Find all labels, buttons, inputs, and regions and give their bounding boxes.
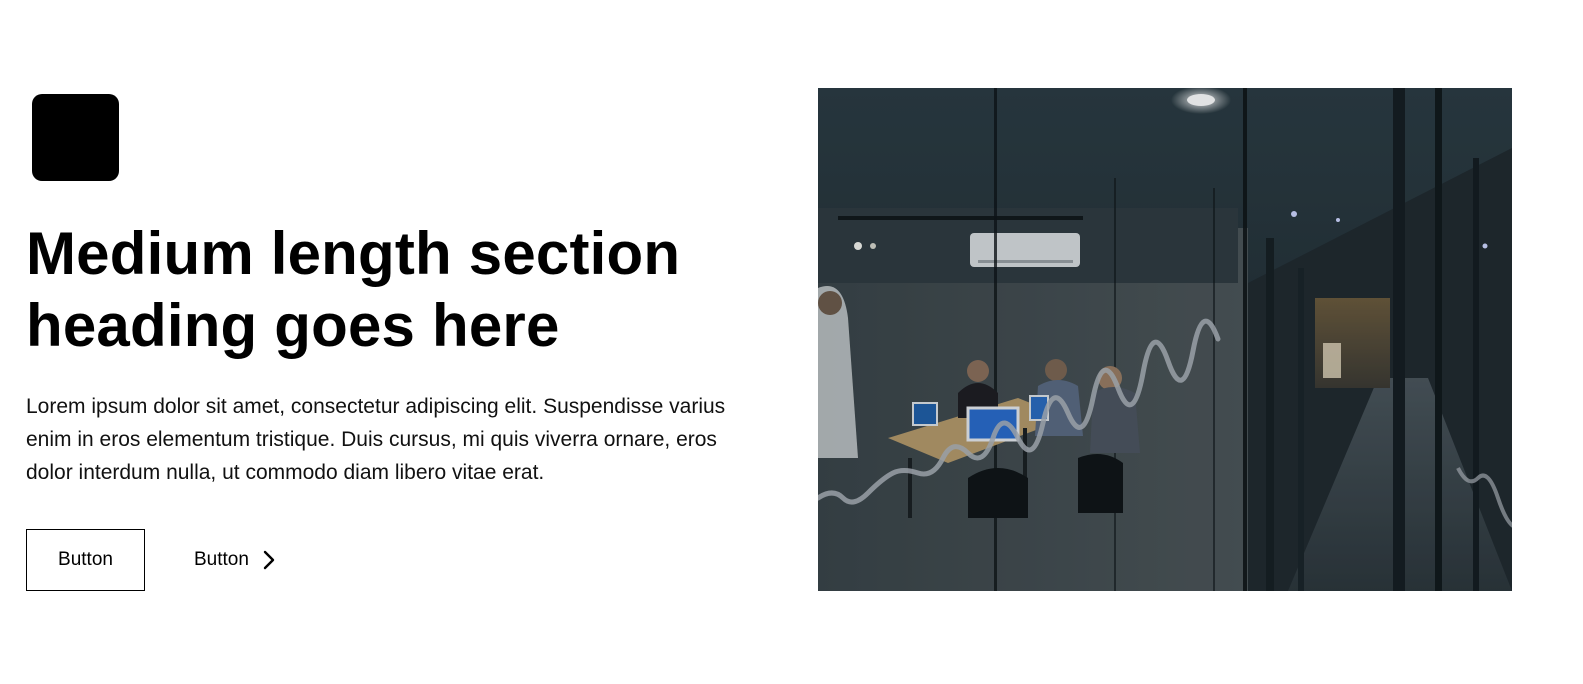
primary-button-label: Button (58, 549, 113, 570)
section-heading: Medium length section heading goes here (26, 220, 681, 359)
logo-placeholder-icon (32, 94, 119, 181)
office-meeting-room-photo (818, 88, 1512, 591)
secondary-button-label: Button (194, 549, 249, 570)
hero-section: Medium length section heading goes here … (0, 0, 1583, 684)
section-body-text: Lorem ipsum dolor sit amet, consectetur … (26, 395, 726, 484)
primary-button[interactable]: Button (26, 529, 145, 591)
secondary-link-button[interactable]: Button (194, 540, 277, 580)
chevron-right-icon (261, 549, 277, 571)
